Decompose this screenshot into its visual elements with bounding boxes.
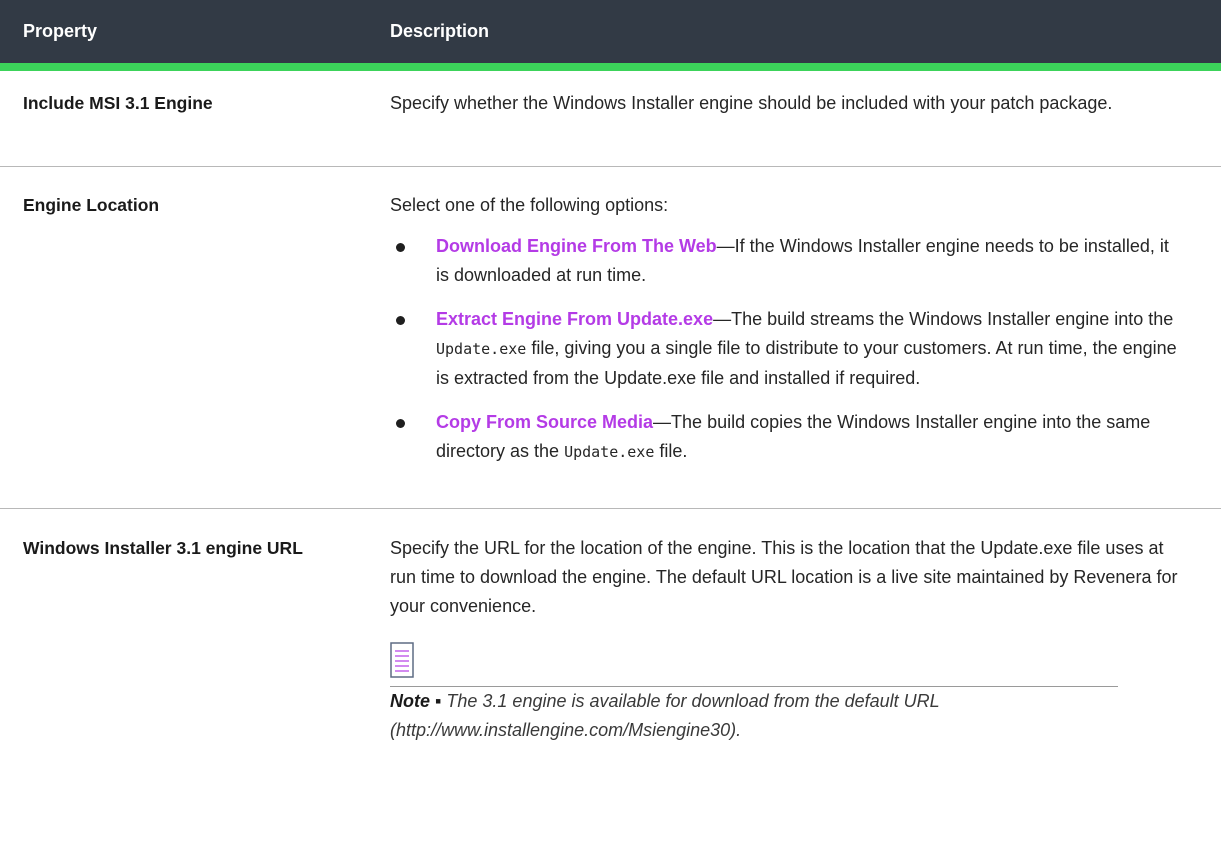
header-description: Description (390, 21, 490, 41)
property-name: Engine Location (23, 195, 160, 215)
code-filename: Update.exe (564, 443, 655, 461)
note-text: Note ▪ The 3.1 engine is available for d… (390, 687, 1181, 745)
description-text: Specify whether the Windows Installer en… (390, 93, 1113, 113)
table-header: Property Description (0, 0, 1221, 71)
bullet-icon (396, 316, 405, 325)
note-block: Note ▪ The 3.1 engine is available for d… (390, 642, 1181, 745)
table-row: Windows Installer 3.1 engine URL Specify… (0, 509, 1221, 759)
note-body: The 3.1 engine is available for download… (390, 691, 940, 740)
list-item: Download Engine From The Web—If the Wind… (390, 232, 1181, 290)
bullet-icon (396, 419, 405, 428)
option-text: file, giving you a single file to distri… (436, 338, 1177, 388)
option-name-extract: Extract Engine From Update.exe (436, 309, 714, 329)
option-name-download: Download Engine From The Web (436, 236, 717, 256)
property-name: Windows Installer 3.1 engine URL (23, 538, 303, 558)
options-list: Download Engine From The Web—If the Wind… (390, 232, 1181, 467)
property-name: Include MSI 3.1 Engine (23, 93, 213, 113)
list-item: Copy From Source Media—The build copies … (390, 408, 1181, 467)
table-row: Engine Location Select one of the follow… (0, 167, 1221, 509)
note-icon (390, 642, 414, 678)
options-intro: Select one of the following options: (390, 195, 669, 215)
option-text: file. (654, 441, 688, 461)
description-text: Specify the URL for the location of the … (390, 538, 1178, 616)
header-property: Property (23, 21, 98, 41)
code-filename: Update.exe (436, 340, 527, 358)
option-name-copy: Copy From Source Media (436, 412, 654, 432)
property-table: Property Description Include MSI 3.1 Eng… (0, 0, 1221, 759)
note-label: Note ▪ (390, 691, 442, 711)
property-description: Specify the URL for the location of the … (383, 509, 1221, 759)
option-text: —The build streams the Windows Installer… (713, 309, 1174, 329)
list-item: Extract Engine From Update.exe—The build… (390, 305, 1181, 393)
bullet-icon (396, 243, 405, 252)
property-description: Specify whether the Windows Installer en… (383, 71, 1221, 166)
property-description: Select one of the following options: Dow… (383, 167, 1221, 508)
table-row: Include MSI 3.1 Engine Specify whether t… (0, 71, 1221, 167)
